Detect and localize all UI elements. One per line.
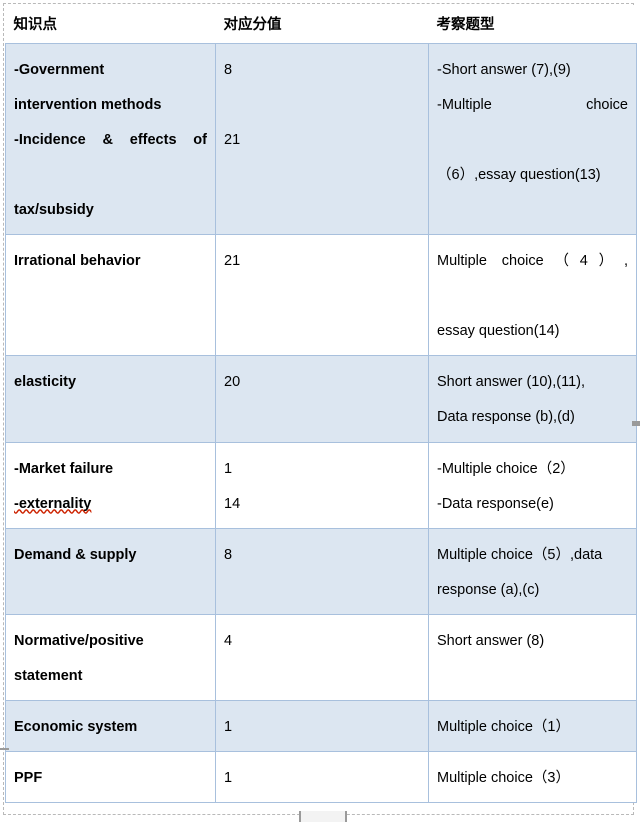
table-body: 知识点 对应分值 考察题型 -Government intervention m… (5, 5, 637, 804)
text-line (224, 158, 420, 193)
text-line: statement (14, 667, 83, 684)
cell-knowledge-point: Irrational behavior (5, 234, 216, 357)
text-line: 20 (224, 374, 241, 391)
text-line (14, 573, 207, 608)
document-page: 知识点 对应分值 考察题型 -Government intervention m… (0, 0, 641, 822)
text-line: -Incidence & effects of (14, 131, 207, 148)
cell-score-value: 20 (215, 355, 429, 443)
cell-question-type: -Short answer (7),(9) -Multiple choice （… (428, 42, 637, 236)
cell-knowledge-point: Economic system (5, 699, 216, 753)
text-line: Multiple choice（3） (437, 770, 570, 787)
text-line: -Government (14, 61, 105, 78)
knowledge-point-table: 知识点 对应分值 考察题型 -Government intervention m… (5, 5, 637, 804)
text-line (224, 88, 420, 123)
text-line: 14 (224, 495, 241, 512)
text-line: Demand & supply (14, 546, 137, 563)
text-line: -Data response(e) (437, 495, 554, 512)
text-line: Short answer (10),(11), (437, 374, 586, 391)
cell-question-type: Short answer (10),(11), Data response (b… (428, 355, 637, 443)
cell-knowledge-point: -Government intervention methods -Incide… (5, 42, 216, 236)
cell-question-type: Short answer (8) (428, 613, 637, 702)
cell-score-value: 1 14 (215, 441, 429, 529)
text-line: Irrational behavior (14, 253, 141, 270)
text-line: elasticity (14, 374, 77, 391)
text-line-misspelled: -externality (14, 495, 92, 512)
text-line: 1 (224, 719, 233, 735)
text-line: PPF (14, 770, 43, 787)
table-row: -Market failure -externality 1 14 -Multi… (5, 441, 637, 529)
column-resize-handle-bottom[interactable] (299, 811, 347, 822)
header-cell-score-value: 对应分值 (215, 5, 429, 44)
header-cell-knowledge-point: 知识点 (5, 5, 216, 44)
text-line: intervention methods (14, 96, 162, 113)
text-line: Multiple choice（4）, (437, 253, 628, 270)
cell-score-value: 1 (215, 751, 429, 804)
text-line: 21 (224, 131, 241, 148)
text-line: -Multiple choice（2） (437, 460, 575, 477)
header-cell-question-type: 考察题型 (428, 5, 637, 44)
text-line: Short answer (8) (437, 632, 545, 649)
cell-score-value: 1 (215, 699, 429, 753)
cell-knowledge-point: Normative/positive statement (5, 613, 216, 702)
text-line (437, 659, 628, 694)
text-line: 4 (224, 632, 233, 649)
text-line: Normative/positive (14, 632, 144, 649)
table-row: Irrational behavior 21 Multiple choice（4… (5, 234, 637, 357)
text-line: essay question(14) (437, 323, 560, 340)
text-line: tax/subsidy (14, 202, 94, 219)
text-line: （6）,essay question(13) (437, 166, 601, 183)
table-header-row: 知识点 对应分值 考察题型 (5, 5, 637, 44)
cell-knowledge-point: elasticity (5, 355, 216, 443)
cell-question-type: -Multiple choice（2） -Data response(e) (428, 441, 637, 529)
table-row: PPF 1 Multiple choice（3） (5, 751, 637, 804)
text-line: 1 (224, 460, 233, 477)
text-line: Data response (b),(d) (437, 409, 575, 426)
text-line: 1 (224, 770, 233, 787)
text-line (224, 659, 420, 694)
row-resize-handle-left[interactable] (0, 748, 9, 750)
text-line (437, 193, 628, 228)
text-line (224, 400, 420, 435)
text-line (224, 279, 420, 314)
table-row: Economic system 1 Multiple choice（1） (5, 699, 637, 753)
text-line: 21 (224, 253, 241, 270)
cell-score-value: 8 21 (215, 42, 429, 236)
cell-knowledge-point: PPF (5, 751, 216, 804)
cell-score-value: 4 (215, 613, 429, 702)
column-resize-handle-right[interactable] (632, 421, 640, 426)
table-row: elasticity 20 Short answer (10),(11), Da… (5, 355, 637, 443)
text-line (224, 573, 420, 608)
text-line: -Market failure (14, 460, 114, 477)
cell-question-type: Multiple choice（5）,data response (a),(c) (428, 527, 637, 615)
cell-score-value: 8 (215, 527, 429, 615)
cell-knowledge-point: -Market failure -externality (5, 441, 216, 529)
text-line: Multiple choice（1） (437, 719, 570, 735)
table-row: Normative/positive statement 4 Short ans… (5, 613, 637, 702)
text-line (14, 400, 207, 435)
table-row: -Government intervention methods -Incide… (5, 42, 637, 236)
table-row: Demand & supply 8 Multiple choice（5）,dat… (5, 527, 637, 615)
text-line: response (a),(c) (437, 581, 540, 598)
cell-question-type: Multiple choice（3） (428, 751, 637, 804)
text-line: -Multiple choice (437, 96, 628, 113)
text-line: 8 (224, 61, 233, 78)
cell-question-type: Multiple choice（1） (428, 699, 637, 753)
text-line (14, 279, 207, 314)
text-line: Economic system (14, 719, 138, 735)
text-line: 8 (224, 546, 233, 563)
text-line: Multiple choice（5）,data (437, 546, 603, 563)
cell-score-value: 21 (215, 234, 429, 357)
cell-knowledge-point: Demand & supply (5, 527, 216, 615)
cell-question-type: Multiple choice（4）, essay question(14) (428, 234, 637, 357)
text-line: -Short answer (7),(9) (437, 61, 571, 78)
